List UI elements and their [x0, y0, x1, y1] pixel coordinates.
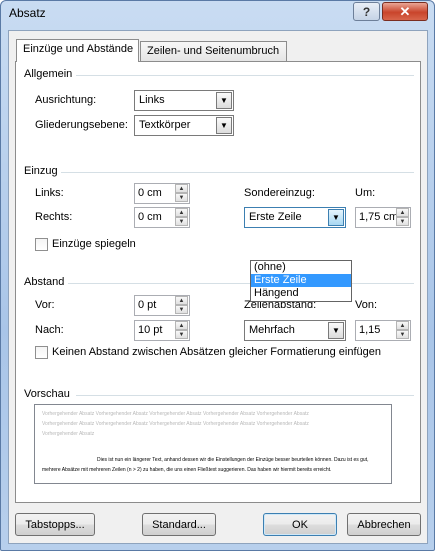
dropdown-option-haengend[interactable]: Hängend — [251, 287, 351, 300]
ok-button[interactable]: OK — [263, 513, 337, 536]
sondereinzug-value: Erste Zeile — [249, 211, 302, 223]
tabstopps-button[interactable]: Tabstopps... — [15, 513, 95, 536]
vor-label: Vor: — [35, 299, 55, 311]
sondereinzug-dropdown-list[interactable]: (ohne) Erste Zeile Hängend — [250, 260, 352, 302]
chevron-down-icon[interactable]: ▼ — [216, 117, 232, 134]
um-label: Um: — [355, 187, 376, 199]
tab-panel: Allgemein Ausrichtung: Links ▼ Gliederun… — [15, 61, 421, 503]
von-value: 1,15 — [359, 324, 381, 336]
einzuege-spiegeln-checkbox[interactable] — [35, 238, 48, 251]
chevron-down-icon[interactable]: ▼ — [328, 209, 344, 226]
sondereinzug-label: Sondereinzug: — [244, 187, 315, 199]
spin-down-icon[interactable]: ▼ — [175, 217, 188, 226]
zeilenabstand-select[interactable]: Mehrfach ▼ — [244, 320, 346, 341]
chevron-down-icon[interactable]: ▼ — [328, 322, 344, 339]
dialog-body: Einzüge und Abstände Zeilen- und Seitenu… — [8, 30, 428, 544]
tab-label: Zeilen- und Seitenumbruch — [147, 45, 280, 57]
spin-down-icon[interactable]: ▼ — [175, 330, 188, 339]
close-button[interactable]: ✕ — [382, 2, 428, 21]
section-einzug-heading: Einzug — [24, 165, 58, 177]
links-value: 0 cm — [138, 187, 162, 199]
preview-current-paragraph: Dies ist nun ein längerer Text, anhand d… — [42, 455, 387, 475]
window-title: Absatz — [9, 6, 46, 20]
abbrechen-button[interactable]: Abbrechen — [347, 513, 421, 536]
vor-spinner[interactable]: 0 pt ▲ ▼ — [134, 295, 190, 316]
einzuege-spiegeln-label: Einzüge spiegeln — [52, 238, 136, 250]
tab-einzuege-und-abstaende[interactable]: Einzüge und Abstände — [16, 39, 139, 62]
preview-previous-paragraph: Vorhergehender Absatz Vorhergehender Abs… — [42, 411, 309, 437]
spin-up-icon[interactable]: ▲ — [396, 208, 409, 217]
nach-spinner[interactable]: 10 pt ▲ ▼ — [134, 320, 190, 341]
um-spinner[interactable]: 1,75 cm ▲ ▼ — [355, 207, 411, 228]
zeilenabstand-value: Mehrfach — [249, 324, 295, 336]
sondereinzug-select[interactable]: Erste Zeile ▼ — [244, 207, 346, 228]
separator — [76, 75, 414, 76]
links-spinner[interactable]: 0 cm ▲ ▼ — [134, 183, 190, 204]
um-value: 1,75 cm — [359, 211, 399, 223]
spin-down-icon[interactable]: ▼ — [175, 193, 188, 202]
von-label: Von: — [355, 299, 378, 311]
spin-up-icon[interactable]: ▲ — [175, 321, 188, 330]
help-button[interactable]: ? — [353, 2, 380, 21]
paragraph-preview: Vorhergehender Absatz Vorhergehender Abs… — [34, 404, 392, 484]
close-icon: ✕ — [399, 3, 411, 19]
section-abstand-heading: Abstand — [24, 276, 65, 288]
kein-abstand-label: Keinen Abstand zwischen Absätzen gleiche… — [52, 346, 381, 358]
spin-up-icon[interactable]: ▲ — [175, 208, 188, 217]
rechts-spinner[interactable]: 0 cm ▲ ▼ — [134, 207, 190, 228]
chevron-down-icon[interactable]: ▼ — [216, 92, 232, 109]
dialog-window: Absatz ? ✕ Einzüge und Abstände Zeilen- … — [0, 0, 435, 551]
ausrichtung-value: Links — [139, 94, 165, 106]
spin-down-icon[interactable]: ▼ — [396, 330, 409, 339]
tab-zeilen-und-seitenumbruch[interactable]: Zeilen- und Seitenumbruch — [140, 41, 287, 62]
separator — [61, 172, 414, 173]
ok-button-label: OK — [292, 518, 308, 531]
nach-label: Nach: — [35, 324, 64, 336]
ausrichtung-select[interactable]: Links ▼ — [134, 90, 234, 111]
spin-up-icon[interactable]: ▲ — [175, 296, 188, 305]
dropdown-option-ohne[interactable]: (ohne) — [251, 261, 351, 274]
dropdown-option-erste-zeile[interactable]: Erste Zeile — [251, 274, 351, 287]
gliederungsebene-value: Textkörper — [139, 119, 191, 131]
section-allgemein-heading: Allgemein — [24, 68, 73, 80]
links-label: Links: — [35, 187, 64, 199]
rechts-value: 0 cm — [138, 211, 162, 223]
spin-up-icon[interactable]: ▲ — [396, 321, 409, 330]
gliederungsebene-select[interactable]: Textkörper ▼ — [134, 115, 234, 136]
rechts-label: Rechts: — [35, 211, 73, 223]
tab-label: Einzüge und Abstände — [23, 43, 134, 55]
title-bar[interactable]: Absatz ? ✕ — [1, 1, 434, 25]
von-spinner[interactable]: 1,15 ▲ ▼ — [355, 320, 411, 341]
spin-up-icon[interactable]: ▲ — [175, 184, 188, 193]
ausrichtung-label: Ausrichtung: — [35, 94, 97, 106]
gliederungsebene-label: Gliederungsebene: — [35, 119, 128, 131]
standard-button[interactable]: Standard... — [142, 513, 216, 536]
nach-value: 10 pt — [138, 324, 163, 336]
abbrechen-button-label: Abbrechen — [357, 518, 411, 531]
kein-abstand-checkbox[interactable] — [35, 346, 48, 359]
separator — [76, 395, 414, 396]
section-vorschau-heading: Vorschau — [24, 388, 70, 400]
help-icon: ? — [362, 4, 371, 19]
vor-value: 0 pt — [138, 299, 157, 311]
spin-down-icon[interactable]: ▼ — [396, 217, 409, 226]
spin-down-icon[interactable]: ▼ — [175, 305, 188, 314]
standard-button-label: Standard... — [152, 518, 206, 531]
tabstopps-button-label: Tabstopps... — [25, 518, 85, 531]
separator — [68, 283, 414, 284]
